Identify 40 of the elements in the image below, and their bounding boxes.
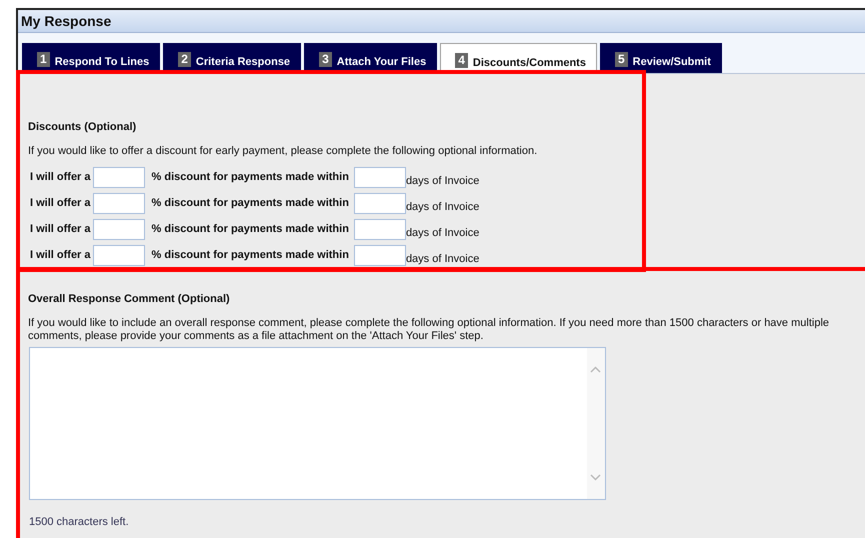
row-label: I will offer a	[30, 197, 91, 209]
step-tab[interactable]: 3 Attach Your Files	[304, 43, 438, 73]
days-field[interactable]	[354, 192, 406, 214]
scrollbar[interactable]	[587, 348, 605, 499]
chevron-down-icon[interactable]	[590, 474, 601, 481]
percent-field[interactable]	[92, 244, 145, 266]
days-field[interactable]	[354, 244, 406, 266]
row-label: % discount for payments made within	[152, 197, 349, 209]
days-field[interactable]	[354, 218, 406, 240]
percent-field[interactable]	[92, 218, 145, 240]
row-label: days of Invoice	[406, 227, 480, 239]
row-label: % discount for payments made within	[152, 249, 349, 261]
characters-left: 1500 characters left.	[29, 516, 130, 528]
section-heading: Discounts (Optional)	[28, 121, 138, 133]
step-tab[interactable]: 1 Respond To Lines	[22, 43, 160, 73]
comment-field[interactable]	[29, 347, 606, 500]
row-label: % discount for payments made within	[152, 171, 349, 183]
row-label: days of Invoice	[406, 175, 480, 187]
step-number: 5	[614, 52, 628, 67]
step-number: 4	[455, 53, 468, 68]
step-tab[interactable]: 4 Discounts/Comments	[440, 43, 597, 73]
instructions: If you would like to include an overall response comment, please complete the following optional information. If you need more than 1500 characters or have multiple comments, please provide your comments as a file attachment on the 'Attach Your Files' step.	[28, 317, 830, 343]
instructions: If you would like to offer a discount for early payment, please complete the following optional information.	[28, 145, 538, 158]
row-label: I will offer a	[30, 249, 91, 261]
step-number: 3	[319, 52, 332, 67]
step-tab[interactable]: 2 Criteria Response	[163, 43, 302, 73]
window-title: My Response	[21, 13, 112, 29]
step-number: 2	[178, 52, 191, 67]
row-label: I will offer a	[30, 223, 91, 235]
row-label: days of Invoice	[406, 201, 480, 213]
percent-field[interactable]	[92, 166, 145, 188]
percent-field[interactable]	[92, 192, 145, 214]
chevron-up-icon[interactable]	[590, 366, 601, 373]
step-tab[interactable]: 5 Review/Submit	[600, 43, 722, 73]
days-field[interactable]	[354, 166, 406, 188]
step-number: 1	[37, 52, 50, 67]
section-heading: Overall Response Comment (Optional)	[28, 293, 231, 305]
row-label: I will offer a	[30, 171, 91, 183]
row-label: % discount for payments made within	[152, 223, 349, 235]
row-label: days of Invoice	[406, 253, 480, 265]
